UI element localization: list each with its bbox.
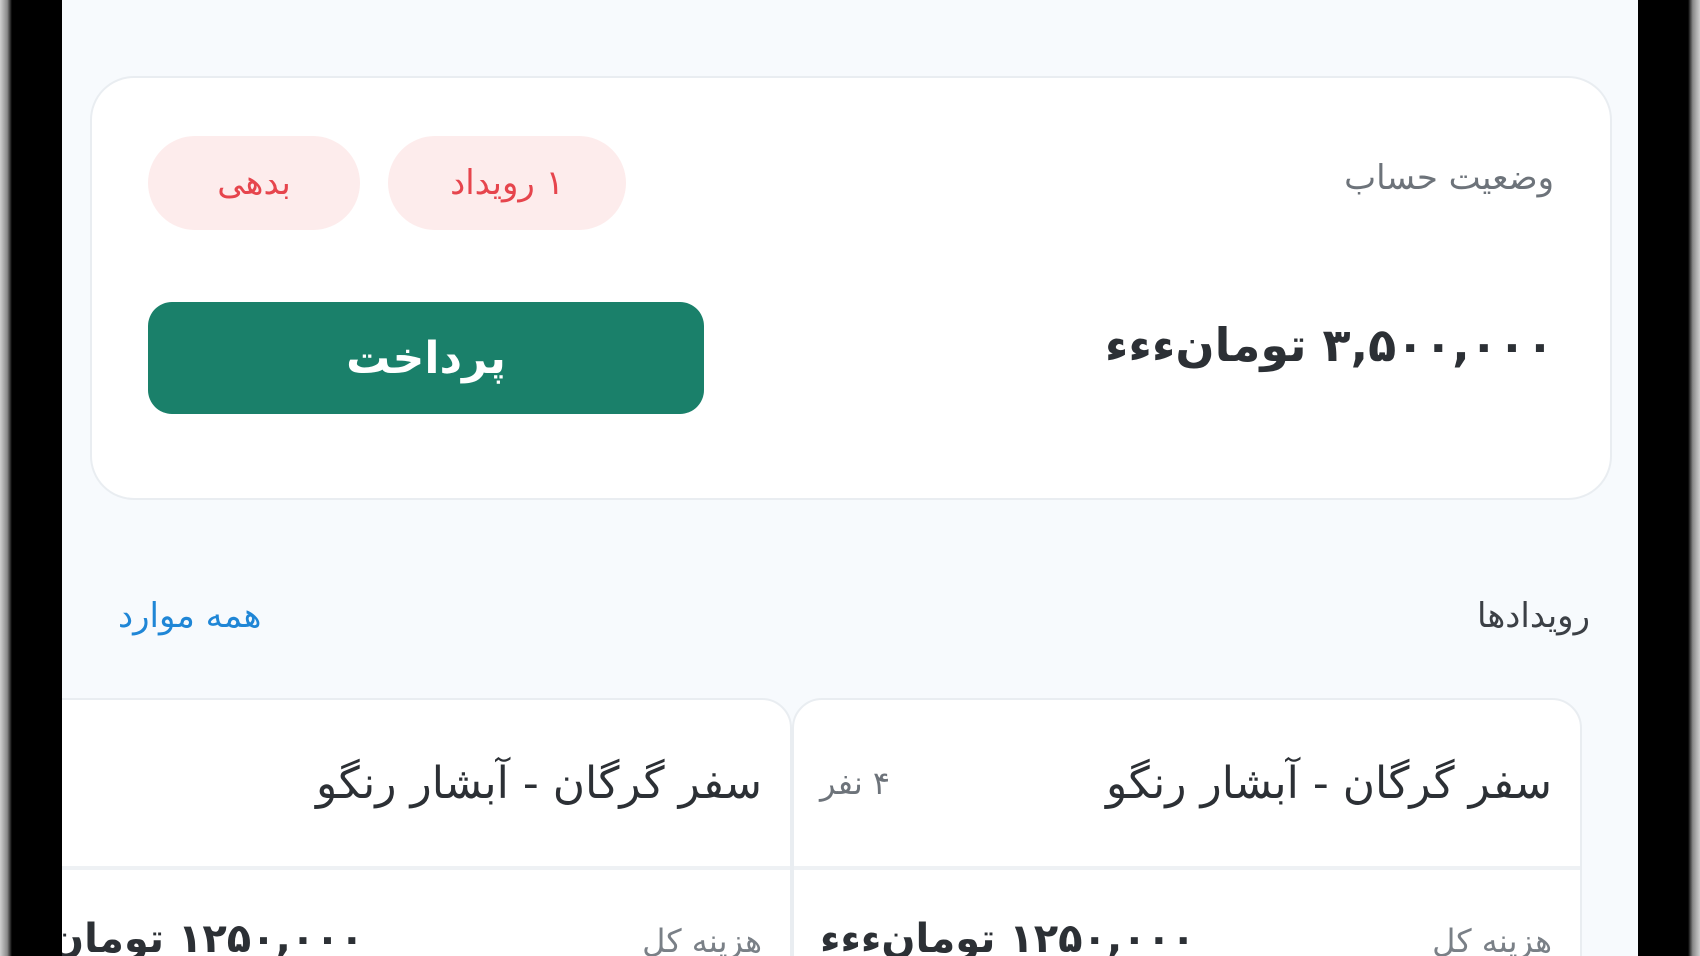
debt-status-badge: بدهی — [148, 136, 360, 230]
event-cost-label: هزینه کل — [1432, 922, 1552, 956]
event-people-count: ۴ نفر — [820, 764, 891, 802]
event-cost-value: ۱۲۵۰,۰۰۰ تومان — [62, 916, 365, 956]
balance-amount: ۳,۵۰۰,۰۰۰ تومانءءء — [1104, 318, 1554, 372]
events-count-badge: ۱ رویداد — [388, 136, 626, 230]
event-cost-label: هزینه کل — [642, 922, 762, 956]
event-title: سفر گرگان - آبشار رنگو — [1105, 758, 1552, 809]
event-cost-value: ۱۲۵۰,۰۰۰ تومانءءء — [820, 916, 1196, 956]
events-section-title: رویدادها — [1476, 596, 1590, 636]
device-frame: وضعیت حساب ۱ رویداد بدهی ۳,۵۰۰,۰۰۰ تومان… — [0, 0, 1700, 956]
device-edge-left — [0, 0, 12, 956]
pay-button[interactable]: پرداخت — [148, 302, 704, 414]
device-edge-right — [1688, 0, 1700, 956]
event-card-divider — [794, 866, 1580, 870]
event-card[interactable]: سفر گرگان - آبشار رنگو ۴ نفر هزینه کل ۱۲… — [792, 698, 1582, 956]
account-status-card: وضعیت حساب ۱ رویداد بدهی ۳,۵۰۰,۰۰۰ تومان… — [90, 76, 1612, 500]
event-card-divider — [62, 866, 790, 870]
see-all-events-link[interactable]: همه موارد — [118, 596, 261, 636]
event-card[interactable]: سفر گرگان - آبشار رنگو هزینه کل ۱۲۵۰,۰۰۰… — [62, 698, 792, 956]
account-status-label: وضعیت حساب — [1344, 158, 1554, 198]
app-screen: وضعیت حساب ۱ رویداد بدهی ۳,۵۰۰,۰۰۰ تومان… — [62, 0, 1638, 956]
event-title: سفر گرگان - آبشار رنگو — [315, 758, 762, 809]
